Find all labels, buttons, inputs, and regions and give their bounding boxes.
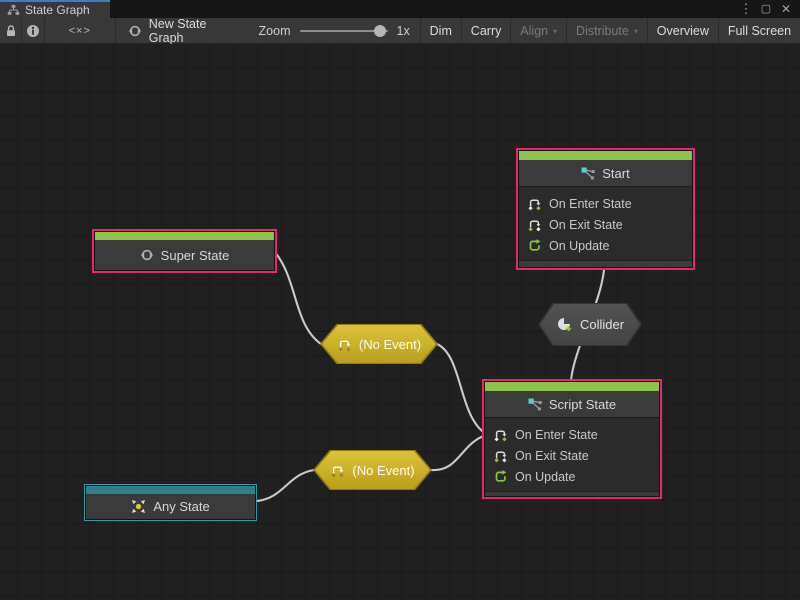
- hexagon-border: Collider: [538, 303, 642, 346]
- lock-button[interactable]: [0, 18, 21, 43]
- tab-strip: State Graph ⋮ ▢ ✕: [0, 0, 800, 18]
- window-controls: ⋮ ▢ ✕: [738, 0, 800, 18]
- distribute-button[interactable]: Distribute ▾: [567, 18, 647, 43]
- event-label: On Enter State: [549, 197, 632, 211]
- node-footer: [485, 491, 659, 496]
- toolbar: <×> New State Graph Zoom 1x Dim: [0, 18, 800, 44]
- on-enter-state-icon: [527, 196, 542, 211]
- chevron-down-icon: ▾: [553, 27, 557, 36]
- state-header-bar: [519, 151, 692, 160]
- selection-border: Start: [516, 148, 695, 270]
- node-label: (No Event): [359, 337, 421, 352]
- on-update-icon: [527, 238, 542, 253]
- node-title: Start: [602, 166, 629, 181]
- event-list: On Enter State On Ex: [519, 187, 692, 260]
- info-icon: [26, 24, 40, 38]
- state-graph-icon: [128, 24, 142, 38]
- node-no-event-top[interactable]: (No Event): [320, 324, 438, 364]
- event-on-enter-state[interactable]: On Enter State: [519, 193, 692, 214]
- event-label: On Enter State: [515, 428, 598, 442]
- node-footer: [519, 260, 692, 267]
- transition-icon: [528, 398, 542, 411]
- node-script-state[interactable]: Script State: [482, 379, 662, 499]
- no-event-icon: [337, 337, 352, 352]
- node-collider[interactable]: Collider: [538, 303, 642, 346]
- event-on-exit-state[interactable]: On Exit State: [485, 445, 659, 466]
- selection-border: Super State: [92, 229, 277, 273]
- maximize-icon[interactable]: ▢: [758, 1, 774, 17]
- node-any-state[interactable]: Any State: [84, 484, 257, 521]
- node-title-row[interactable]: Super State: [95, 240, 274, 270]
- graph-canvas[interactable]: Super State: [0, 44, 800, 600]
- zoom-control: Zoom 1x: [249, 18, 420, 43]
- on-update-icon: [493, 469, 508, 484]
- wire-noevent2-to-scriptstate: [431, 435, 486, 470]
- event-label: On Exit State: [515, 449, 589, 463]
- state-header-bar: [485, 382, 659, 391]
- node-title-row[interactable]: Any State: [86, 494, 255, 519]
- state-graph-icon: [140, 248, 154, 262]
- hexagon-border: (No Event): [313, 450, 432, 490]
- on-enter-state-icon: [493, 427, 508, 442]
- event-on-update[interactable]: On Update: [519, 235, 692, 256]
- tab-title: State Graph: [25, 3, 90, 17]
- lock-icon: [5, 24, 17, 38]
- align-label: Align: [520, 24, 548, 38]
- node-title: Any State: [153, 499, 209, 514]
- event-label: On Exit State: [549, 218, 623, 232]
- align-button[interactable]: Align ▾: [511, 18, 566, 43]
- code-view-button[interactable]: <×>: [45, 18, 115, 43]
- node-no-event-bottom[interactable]: (No Event): [313, 450, 432, 490]
- node-title-row[interactable]: Script State: [485, 391, 659, 417]
- event-label: On Update: [549, 239, 609, 253]
- close-icon[interactable]: ✕: [778, 1, 794, 17]
- graph-title: New State Graph: [149, 17, 237, 45]
- state-graph-window: State Graph ⋮ ▢ ✕: [0, 0, 800, 600]
- transition-icon: [581, 167, 595, 180]
- wire-anystate-to-noevent: [257, 470, 314, 501]
- carry-button[interactable]: Carry: [462, 18, 511, 43]
- zoom-label: Zoom: [259, 24, 291, 38]
- hierarchy-icon: [7, 4, 20, 16]
- node-start[interactable]: Start: [516, 148, 695, 270]
- distribute-label: Distribute: [576, 24, 629, 38]
- state-header-bar: [95, 232, 274, 240]
- zoom-value: 1x: [397, 24, 410, 38]
- node-label: (No Event): [352, 463, 414, 478]
- node-super-state[interactable]: Super State: [92, 229, 277, 273]
- no-event-icon: [330, 463, 345, 478]
- any-state-border: Any State: [84, 484, 257, 521]
- info-button[interactable]: [22, 18, 43, 43]
- event-on-update[interactable]: On Update: [485, 466, 659, 487]
- tab-state-graph[interactable]: State Graph: [0, 0, 110, 18]
- wire-superstate-to-noevent: [274, 251, 321, 344]
- chevron-down-icon: ▾: [634, 27, 638, 36]
- collider-icon: [556, 316, 573, 333]
- overview-button[interactable]: Overview: [648, 18, 718, 43]
- any-state-icon: [131, 499, 146, 514]
- hexagon-border: (No Event): [320, 324, 438, 364]
- on-exit-state-icon: [493, 448, 508, 463]
- dim-button[interactable]: Dim: [421, 18, 461, 43]
- zoom-slider[interactable]: [300, 24, 388, 38]
- on-exit-state-icon: [527, 217, 542, 232]
- full-screen-button[interactable]: Full Screen: [719, 18, 800, 43]
- code-icon: <×>: [69, 25, 91, 37]
- zoom-slider-handle[interactable]: [374, 25, 386, 37]
- graph-title-button[interactable]: New State Graph: [116, 18, 249, 43]
- selection-border: Script State: [482, 379, 662, 499]
- event-on-exit-state[interactable]: On Exit State: [519, 214, 692, 235]
- any-state-header-bar: [86, 486, 255, 494]
- node-label: Collider: [580, 317, 624, 332]
- node-title-row[interactable]: Start: [519, 160, 692, 186]
- event-on-enter-state[interactable]: On Enter State: [485, 424, 659, 445]
- node-title: Script State: [549, 397, 616, 412]
- kebab-menu-icon[interactable]: ⋮: [738, 1, 754, 17]
- wire-noevent-to-scriptstate: [437, 344, 486, 434]
- event-label: On Update: [515, 470, 575, 484]
- event-list: On Enter State On Ex: [485, 418, 659, 491]
- node-title: Super State: [161, 248, 230, 263]
